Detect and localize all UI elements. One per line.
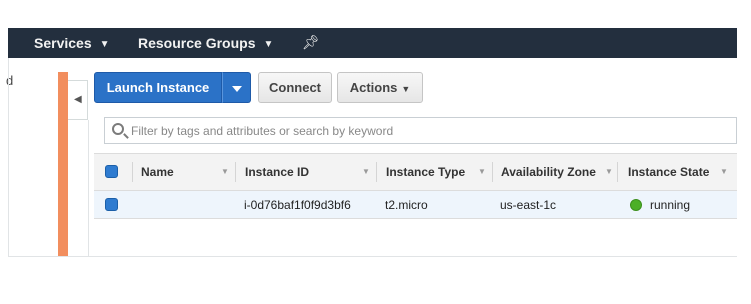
- table-header: Name ▼ Instance ID ▼ Instance Type ▼ Ava…: [94, 153, 737, 191]
- actions-label: Actions: [349, 80, 398, 95]
- column-header-instance-type[interactable]: Instance Type: [386, 154, 465, 190]
- row-checkbox[interactable]: [105, 198, 118, 211]
- sort-icon[interactable]: ▼: [478, 154, 486, 190]
- column-separator: [376, 162, 377, 182]
- cell-availability-zone: us-east-1c: [500, 198, 557, 212]
- column-separator: [132, 162, 133, 182]
- content-border: [88, 120, 89, 256]
- select-all-checkbox[interactable]: [105, 165, 118, 178]
- column-header-availability-zone[interactable]: Availability Zone: [501, 154, 596, 190]
- actions-button[interactable]: Actions ▼: [337, 72, 423, 103]
- column-header-instance-state[interactable]: Instance State: [628, 154, 709, 190]
- launch-instance-dropdown-button[interactable]: [222, 72, 251, 103]
- panel-bottom-border: [8, 256, 737, 257]
- panel-border: [8, 58, 9, 256]
- services-menu[interactable]: Services ▼: [34, 28, 110, 58]
- search-input[interactable]: [131, 121, 731, 141]
- column-separator: [235, 162, 236, 182]
- sidebar-resize-bar[interactable]: [58, 72, 68, 256]
- collapse-sidebar-button[interactable]: ◀: [68, 80, 88, 120]
- sort-icon[interactable]: ▼: [221, 154, 229, 190]
- services-label: Services: [34, 35, 92, 51]
- search-icon: [112, 123, 124, 135]
- cell-instance-state: running: [650, 198, 691, 212]
- top-nav-bar: Services ▼ Resource Groups ▼ 📌︎: [8, 28, 737, 58]
- chevron-down-icon: ▼: [99, 39, 110, 50]
- chevron-down-icon: ▼: [401, 84, 411, 94]
- chevron-down-icon: ▼: [263, 39, 274, 50]
- cell-instance-type: t2.micro: [385, 198, 428, 212]
- chevron-left-icon: ◀: [74, 94, 82, 105]
- sort-icon[interactable]: ▼: [362, 154, 370, 190]
- search-bar: [104, 117, 737, 144]
- cell-instance-id: i-0d76baf1f0f9d3bf6: [244, 198, 351, 212]
- column-separator: [492, 162, 493, 182]
- pin-icon[interactable]: 📌︎: [302, 28, 320, 58]
- table-row[interactable]: i-0d76baf1f0f9d3bf6 t2.micro us-east-1c …: [94, 191, 737, 219]
- sort-icon[interactable]: ▼: [605, 154, 613, 190]
- resource-groups-label: Resource Groups: [138, 35, 256, 51]
- column-separator: [617, 162, 618, 182]
- column-header-name[interactable]: Name: [141, 154, 174, 190]
- sort-icon[interactable]: ▼: [720, 154, 728, 190]
- connect-button[interactable]: Connect: [258, 72, 332, 103]
- column-header-instance-id[interactable]: Instance ID: [245, 154, 309, 190]
- resource-groups-menu[interactable]: Resource Groups ▼: [138, 28, 273, 58]
- status-running-icon: [630, 199, 642, 211]
- launch-instance-button[interactable]: Launch Instance: [94, 72, 222, 103]
